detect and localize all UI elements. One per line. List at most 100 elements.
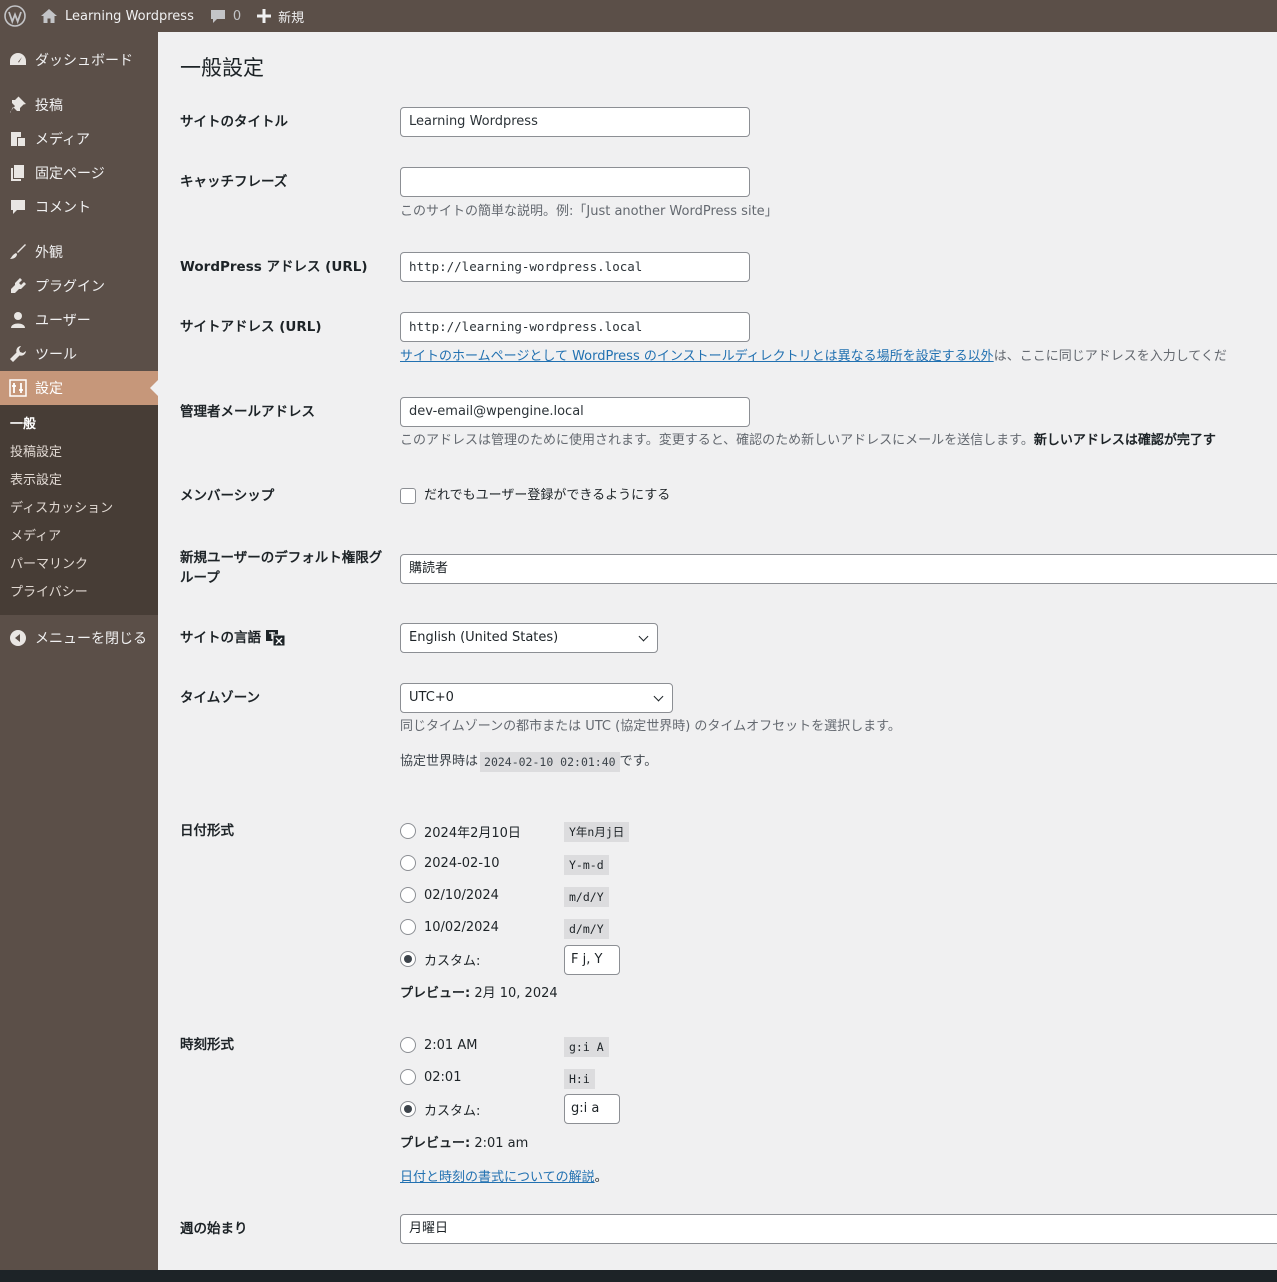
time-option-custom[interactable]: カスタム: — [400, 1096, 480, 1122]
admin-sidebar: ダッシュボード 投稿 メディア 固定ページ コメント 外観 プラグイン ユーザー… — [0, 32, 158, 1270]
tagline-input[interactable] — [400, 167, 750, 197]
page-icon — [8, 163, 28, 183]
site-address-label: サイトアドレス (URL) — [180, 319, 322, 335]
plus-icon — [257, 9, 272, 23]
menu-dashboard[interactable]: ダッシュボード — [0, 43, 158, 77]
date-option[interactable]: 2024-02-10 — [400, 850, 500, 876]
site-title-input[interactable]: Learning Wordpress — [400, 107, 750, 137]
week-start-label: 週の始まり — [180, 1221, 248, 1237]
menu-label: メディア — [35, 132, 91, 148]
date-option[interactable]: 2024年2月10日 — [400, 818, 521, 844]
menu-settings[interactable]: 設定 — [0, 371, 158, 405]
menu-label: ダッシュボード — [35, 53, 133, 69]
menu-appearance[interactable]: 外観 — [0, 235, 158, 269]
date-option-custom[interactable]: カスタム: — [400, 946, 480, 972]
date-radio[interactable] — [400, 855, 416, 871]
date-preview: プレビュー: 2月 10, 2024 — [400, 982, 558, 1001]
time-custom-input[interactable]: g:i a — [564, 1094, 620, 1124]
submenu-writing[interactable]: 投稿設定 — [0, 439, 158, 467]
menu-label: 固定ページ — [35, 166, 105, 182]
settings-icon — [8, 378, 28, 398]
date-option-label: 2024-02-10 — [424, 855, 500, 871]
menu-tools[interactable]: ツール — [0, 337, 158, 371]
site-title-label: サイトのタイトル — [180, 114, 288, 130]
submenu-discussion[interactable]: ディスカッション — [0, 495, 158, 523]
timezone-description: 同じタイムゾーンの都市または UTC (協定世界時) のタイムオフセットを選択し… — [400, 719, 901, 734]
timezone-select[interactable]: UTC+0 — [400, 683, 673, 713]
date-radio-custom[interactable] — [400, 951, 416, 967]
date-radio[interactable] — [400, 919, 416, 935]
menu-posts[interactable]: 投稿 — [0, 88, 158, 122]
format-doc-suffix: 。 — [594, 1170, 608, 1185]
membership-checkbox-label[interactable]: だれでもユーザー登録ができるようにする — [424, 488, 670, 503]
submenu-media[interactable]: メディア — [0, 523, 158, 551]
admin-email-label: 管理者メールアドレス — [180, 404, 315, 420]
wordpress-logo-icon[interactable] — [0, 0, 32, 32]
new-label: 新規 — [278, 10, 305, 26]
membership-checkbox[interactable] — [400, 487, 416, 504]
main-content: 一般設定 サイトのタイトル Learning Wordpress キャッチフレー… — [158, 32, 1277, 1270]
utc-prefix: 協定世界時は — [400, 754, 479, 769]
translation-icon — [266, 629, 286, 647]
date-option-code: Y-m-d — [564, 855, 609, 875]
default-role-label: 新規ユーザーのデフォルト権限グループ — [180, 550, 383, 586]
submenu-general[interactable]: 一般 — [0, 411, 158, 439]
time-radio-custom[interactable] — [400, 1101, 416, 1117]
time-option-code: H:i — [564, 1069, 595, 1089]
date-format-options: 2024年2月10日 Y年n月j日 2024-02-10 Y-m-d 02/10… — [400, 821, 900, 1041]
site-address-input[interactable]: http://learning-wordpress.local — [400, 312, 750, 342]
wrench-icon — [8, 344, 28, 364]
date-option-label: 2024年2月10日 — [424, 825, 521, 841]
default-role-select[interactable]: 購読者 — [400, 554, 1277, 584]
date-radio[interactable] — [400, 887, 416, 903]
wp-address-input[interactable]: http://learning-wordpress.local — [400, 252, 750, 282]
admin-email-description: このアドレスは管理のために使用されます。変更すると、確認のため新しいアドレスにメ… — [400, 431, 1216, 451]
timezone-label: タイムゾーン — [180, 690, 261, 706]
format-doc-line: 日付と時刻の書式についての解説。 — [400, 1166, 608, 1185]
menu-label: 投稿 — [35, 98, 63, 114]
menu-users[interactable]: ユーザー — [0, 303, 158, 337]
date-option-code: Y年n月j日 — [564, 822, 630, 842]
utc-time-line: 協定世界時は 2024-02-10 02:01:40 です。 — [400, 752, 657, 772]
date-preview-value: 2月 10, 2024 — [474, 986, 558, 1001]
membership-field: だれでもユーザー登録ができるようにする — [400, 486, 670, 506]
submenu-reading[interactable]: 表示設定 — [0, 467, 158, 495]
submenu-privacy[interactable]: プライバシー — [0, 579, 158, 607]
comments-link[interactable]: 0 — [202, 0, 249, 32]
submenu-permalinks[interactable]: パーマリンク — [0, 551, 158, 579]
time-preview-value: 2:01 am — [474, 1136, 529, 1151]
new-content-link[interactable]: 新規 — [249, 0, 312, 32]
home-icon — [41, 9, 57, 23]
collapse-arrow-icon — [8, 628, 28, 648]
menu-label: 外観 — [35, 245, 63, 261]
date-option-code: d/m/Y — [564, 919, 609, 939]
pin-icon — [8, 95, 28, 115]
language-label: サイトの言語 — [180, 630, 261, 646]
menu-media[interactable]: メディア — [0, 122, 158, 156]
date-custom-input[interactable]: F j, Y — [564, 945, 620, 975]
membership-label: メンバーシップ — [180, 488, 275, 504]
date-option[interactable]: 02/10/2024 — [400, 882, 499, 908]
site-address-help-link[interactable]: サイトのホームページとして WordPress のインストールディレクトリとは異… — [400, 349, 994, 364]
menu-plugins[interactable]: プラグイン — [0, 269, 158, 303]
collapse-menu-button[interactable]: メニューを閉じる — [0, 621, 158, 655]
date-option[interactable]: 10/02/2024 — [400, 914, 499, 940]
menu-pages[interactable]: 固定ページ — [0, 156, 158, 190]
plugin-icon — [8, 276, 28, 296]
language-select[interactable]: English (United States) — [400, 623, 658, 653]
menu-label: ツール — [35, 347, 77, 363]
page-title: 一般設定 — [180, 56, 264, 80]
date-radio[interactable] — [400, 823, 416, 839]
week-start-select[interactable]: 月曜日 — [400, 1214, 1277, 1244]
time-option[interactable]: 2:01 AM — [400, 1032, 477, 1058]
time-radio[interactable] — [400, 1069, 416, 1085]
site-name-link[interactable]: Learning Wordpress — [32, 0, 202, 32]
time-radio[interactable] — [400, 1037, 416, 1053]
date-option-label: 10/02/2024 — [424, 919, 499, 935]
format-doc-link[interactable]: 日付と時刻の書式についての解説 — [400, 1170, 595, 1185]
admin-email-desc-bold: 新しいアドレスは確認が完了す — [1033, 433, 1216, 448]
language-label-wrap: サイトの言語 — [180, 628, 380, 648]
menu-comments[interactable]: コメント — [0, 190, 158, 224]
admin-email-input[interactable]: dev-email@wpengine.local — [400, 397, 750, 427]
time-option[interactable]: 02:01 — [400, 1064, 461, 1090]
